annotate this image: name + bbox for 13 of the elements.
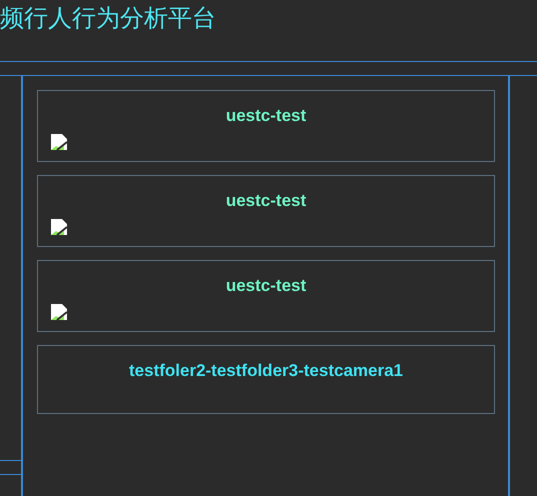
card-title: testfoler2-testfolder3-testcamera1 <box>129 361 403 380</box>
camera-card[interactable]: testfoler2-testfolder3-testcamera1 <box>37 345 495 414</box>
camera-card[interactable]: uestc-test <box>37 260 495 332</box>
card-title: uestc-test <box>226 276 306 295</box>
sidebar-item[interactable] <box>0 460 21 475</box>
card-title: uestc-test <box>226 106 306 125</box>
app-title: 频行人行为分析平台 <box>0 4 216 32</box>
broken-image-icon <box>51 304 67 320</box>
broken-image-icon <box>51 219 67 235</box>
broken-image-icon <box>51 134 67 150</box>
card-title: uestc-test <box>226 191 306 210</box>
camera-card[interactable]: uestc-test <box>37 90 495 162</box>
camera-card[interactable]: uestc-test <box>37 175 495 247</box>
